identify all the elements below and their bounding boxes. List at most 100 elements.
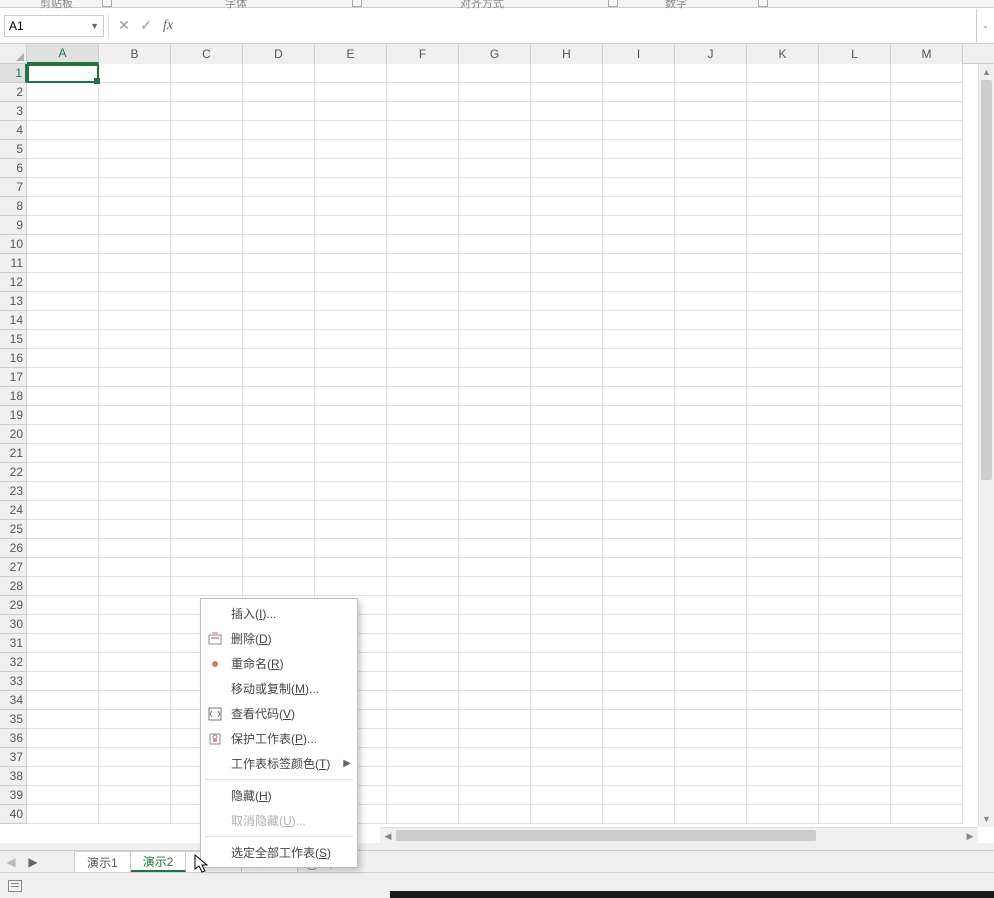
row-header-15[interactable]: 15 bbox=[0, 330, 27, 349]
cell-H11[interactable] bbox=[531, 254, 603, 273]
cell-F3[interactable] bbox=[387, 102, 459, 121]
row-header-24[interactable]: 24 bbox=[0, 501, 27, 520]
cell-L1[interactable] bbox=[819, 64, 891, 83]
row-header-25[interactable]: 25 bbox=[0, 520, 27, 539]
menu-insert[interactable]: 插入(I)... bbox=[201, 601, 357, 626]
cell-B27[interactable] bbox=[99, 558, 171, 577]
column-header-a[interactable]: A bbox=[27, 44, 99, 64]
cell-B15[interactable] bbox=[99, 330, 171, 349]
cell-I28[interactable] bbox=[603, 577, 675, 596]
cell-M40[interactable] bbox=[891, 805, 963, 824]
cell-B25[interactable] bbox=[99, 520, 171, 539]
row-header-40[interactable]: 40 bbox=[0, 805, 27, 824]
scroll-right-icon[interactable]: ▶ bbox=[962, 828, 978, 843]
cell-C11[interactable] bbox=[171, 254, 243, 273]
cell-F8[interactable] bbox=[387, 197, 459, 216]
cell-C18[interactable] bbox=[171, 387, 243, 406]
cell-J6[interactable] bbox=[675, 159, 747, 178]
cell-E15[interactable] bbox=[315, 330, 387, 349]
cell-I36[interactable] bbox=[603, 729, 675, 748]
cell-J8[interactable] bbox=[675, 197, 747, 216]
cell-H4[interactable] bbox=[531, 121, 603, 140]
cell-F4[interactable] bbox=[387, 121, 459, 140]
cell-F24[interactable] bbox=[387, 501, 459, 520]
cell-A39[interactable] bbox=[27, 786, 99, 805]
cell-I3[interactable] bbox=[603, 102, 675, 121]
cell-D28[interactable] bbox=[243, 577, 315, 596]
cell-J33[interactable] bbox=[675, 672, 747, 691]
cell-F37[interactable] bbox=[387, 748, 459, 767]
cell-A15[interactable] bbox=[27, 330, 99, 349]
cell-L21[interactable] bbox=[819, 444, 891, 463]
cell-A37[interactable] bbox=[27, 748, 99, 767]
cell-D6[interactable] bbox=[243, 159, 315, 178]
sheet-tab-2[interactable]: 演示2 bbox=[131, 851, 187, 872]
cell-K27[interactable] bbox=[747, 558, 819, 577]
cell-H5[interactable] bbox=[531, 140, 603, 159]
cell-A36[interactable] bbox=[27, 729, 99, 748]
cell-H6[interactable] bbox=[531, 159, 603, 178]
cell-L5[interactable] bbox=[819, 140, 891, 159]
cell-F7[interactable] bbox=[387, 178, 459, 197]
cell-H18[interactable] bbox=[531, 387, 603, 406]
name-box-dropdown-icon[interactable]: ▼ bbox=[90, 21, 99, 31]
row-header-32[interactable]: 32 bbox=[0, 653, 27, 672]
cell-A21[interactable] bbox=[27, 444, 99, 463]
cell-M22[interactable] bbox=[891, 463, 963, 482]
cell-J15[interactable] bbox=[675, 330, 747, 349]
cell-A16[interactable] bbox=[27, 349, 99, 368]
cell-F36[interactable] bbox=[387, 729, 459, 748]
cell-D7[interactable] bbox=[243, 178, 315, 197]
cell-E24[interactable] bbox=[315, 501, 387, 520]
cell-L18[interactable] bbox=[819, 387, 891, 406]
cell-L19[interactable] bbox=[819, 406, 891, 425]
cell-G9[interactable] bbox=[459, 216, 531, 235]
cell-D27[interactable] bbox=[243, 558, 315, 577]
cell-A20[interactable] bbox=[27, 425, 99, 444]
cell-A14[interactable] bbox=[27, 311, 99, 330]
cell-M13[interactable] bbox=[891, 292, 963, 311]
cell-A7[interactable] bbox=[27, 178, 99, 197]
cell-L6[interactable] bbox=[819, 159, 891, 178]
cell-E6[interactable] bbox=[315, 159, 387, 178]
cell-K28[interactable] bbox=[747, 577, 819, 596]
cell-F29[interactable] bbox=[387, 596, 459, 615]
ribbon-dialog-launcher-align[interactable] bbox=[608, 0, 618, 7]
cell-M37[interactable] bbox=[891, 748, 963, 767]
cell-A18[interactable] bbox=[27, 387, 99, 406]
cell-B9[interactable] bbox=[99, 216, 171, 235]
cell-B18[interactable] bbox=[99, 387, 171, 406]
cell-B1[interactable] bbox=[99, 64, 171, 83]
cell-F26[interactable] bbox=[387, 539, 459, 558]
cell-J14[interactable] bbox=[675, 311, 747, 330]
cell-G2[interactable] bbox=[459, 83, 531, 102]
cell-J32[interactable] bbox=[675, 653, 747, 672]
cell-F1[interactable] bbox=[387, 64, 459, 83]
cell-H20[interactable] bbox=[531, 425, 603, 444]
cell-L34[interactable] bbox=[819, 691, 891, 710]
cell-F32[interactable] bbox=[387, 653, 459, 672]
cell-B29[interactable] bbox=[99, 596, 171, 615]
cell-I29[interactable] bbox=[603, 596, 675, 615]
cell-D20[interactable] bbox=[243, 425, 315, 444]
cell-K29[interactable] bbox=[747, 596, 819, 615]
cancel-formula-button[interactable]: ✕ bbox=[113, 15, 135, 37]
record-macro-icon[interactable] bbox=[8, 880, 22, 892]
cell-K5[interactable] bbox=[747, 140, 819, 159]
cell-A13[interactable] bbox=[27, 292, 99, 311]
menu-tab-color[interactable]: 工作表标签颜色(T) ▶ bbox=[201, 751, 357, 776]
cell-L35[interactable] bbox=[819, 710, 891, 729]
cell-M8[interactable] bbox=[891, 197, 963, 216]
cell-C28[interactable] bbox=[171, 577, 243, 596]
cell-H39[interactable] bbox=[531, 786, 603, 805]
cell-K12[interactable] bbox=[747, 273, 819, 292]
column-header-c[interactable]: C bbox=[171, 44, 243, 64]
cell-M9[interactable] bbox=[891, 216, 963, 235]
cell-E12[interactable] bbox=[315, 273, 387, 292]
cell-I8[interactable] bbox=[603, 197, 675, 216]
cell-F19[interactable] bbox=[387, 406, 459, 425]
cell-B10[interactable] bbox=[99, 235, 171, 254]
cell-H23[interactable] bbox=[531, 482, 603, 501]
cell-H28[interactable] bbox=[531, 577, 603, 596]
cell-F35[interactable] bbox=[387, 710, 459, 729]
